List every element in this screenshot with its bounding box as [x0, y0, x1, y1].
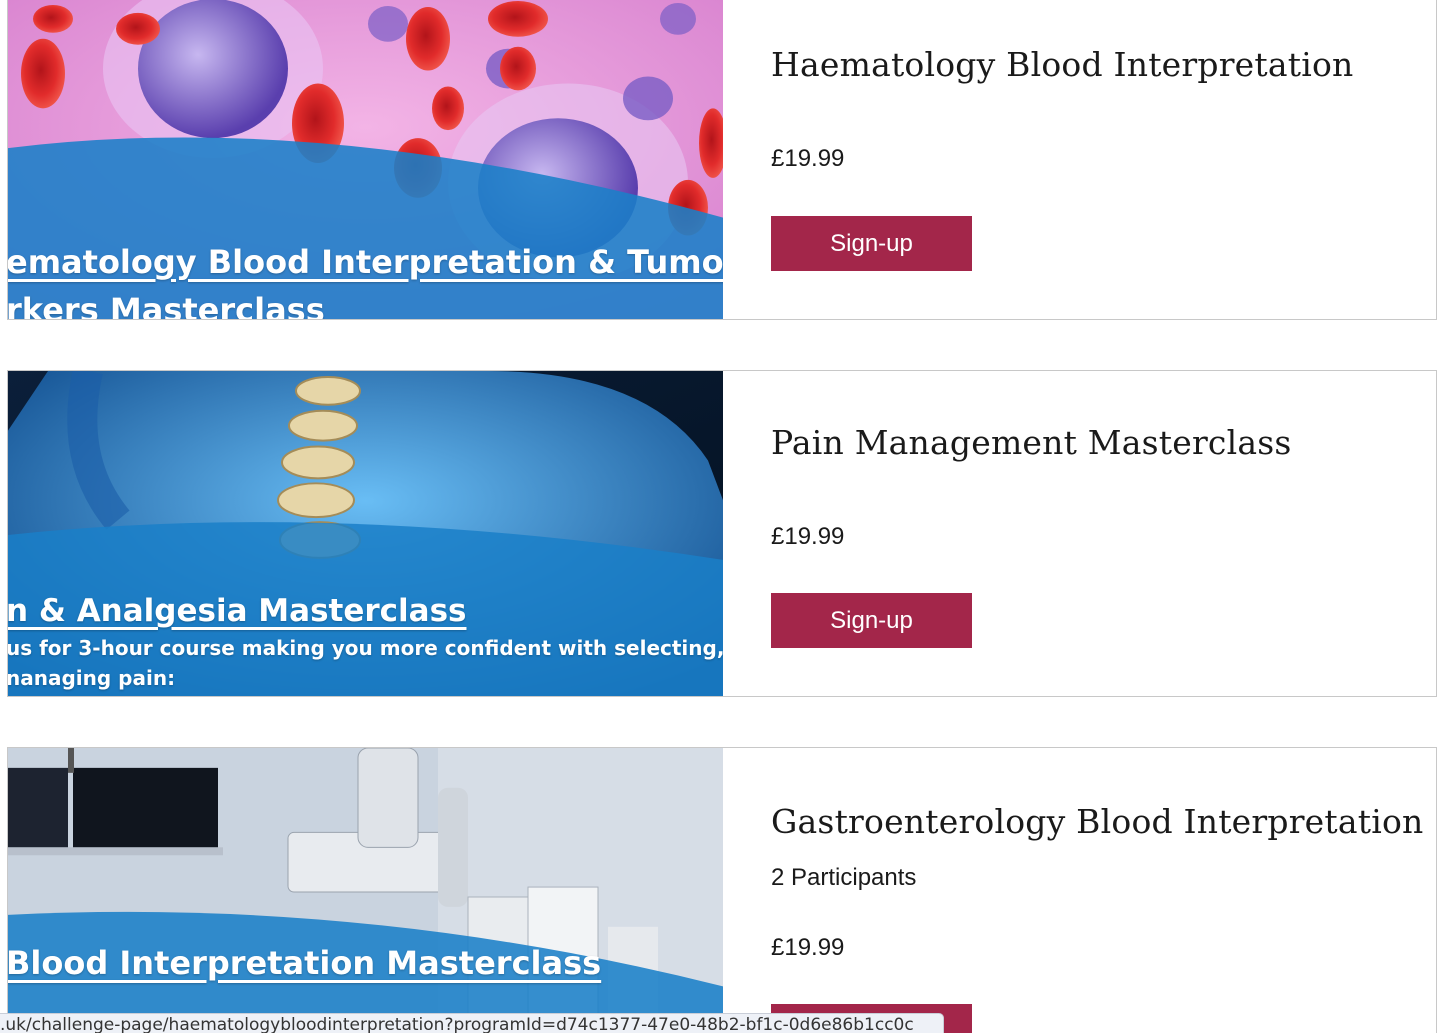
course-price: £19.99: [771, 934, 845, 961]
course-title[interactable]: Pain Management Masterclass: [771, 423, 1292, 462]
image-caption-line3: nanaging pain:: [8, 666, 176, 690]
course-image-haematology[interactable]: ematology Blood Interpretation & Tumour …: [8, 0, 723, 319]
image-caption-line2: us for 3-hour course making you more con…: [8, 636, 723, 660]
image-caption-line2: rkers Masterclass: [8, 291, 325, 319]
course-card-pain-management[interactable]: n & Analgesia Masterclass us for 3-hour …: [7, 370, 1437, 697]
course-image-pain-management[interactable]: n & Analgesia Masterclass us for 3-hour …: [8, 371, 723, 696]
image-caption-line1: ematology Blood Interpretation & Tumour: [8, 243, 723, 281]
image-caption-line1: n & Analgesia Masterclass: [8, 593, 467, 629]
sign-up-button[interactable]: Sign-up: [771, 216, 972, 271]
course-title[interactable]: Gastroenterology Blood Interpretation: [771, 802, 1423, 841]
page: ematology Blood Interpretation & Tumour …: [0, 0, 1456, 1033]
course-card-haematology[interactable]: ematology Blood Interpretation & Tumour …: [7, 0, 1437, 320]
sign-up-button[interactable]: Sign-up: [771, 593, 972, 648]
endoscopy-room-illustration: [8, 748, 723, 1033]
course-image-gastroenterology[interactable]: Blood Interpretation Masterclass: [8, 748, 723, 1033]
course-price: £19.99: [771, 145, 845, 172]
participants-count: 2 Participants: [771, 864, 917, 891]
link-preview-status-bar: .uk/challenge-page/haematologybloodinter…: [0, 1013, 944, 1033]
image-caption-line1: Blood Interpretation Masterclass: [8, 944, 602, 982]
course-price: £19.99: [771, 523, 845, 550]
course-info: Gastroenterology Blood Interpretation 2 …: [723, 748, 1436, 1033]
course-info: Haematology Blood Interpretation £19.99 …: [723, 0, 1436, 319]
course-info: Pain Management Masterclass £19.99 Sign-…: [723, 371, 1436, 696]
course-card-gastroenterology[interactable]: Blood Interpretation Masterclass Gastroe…: [7, 747, 1437, 1033]
course-title[interactable]: Haematology Blood Interpretation: [771, 45, 1353, 84]
